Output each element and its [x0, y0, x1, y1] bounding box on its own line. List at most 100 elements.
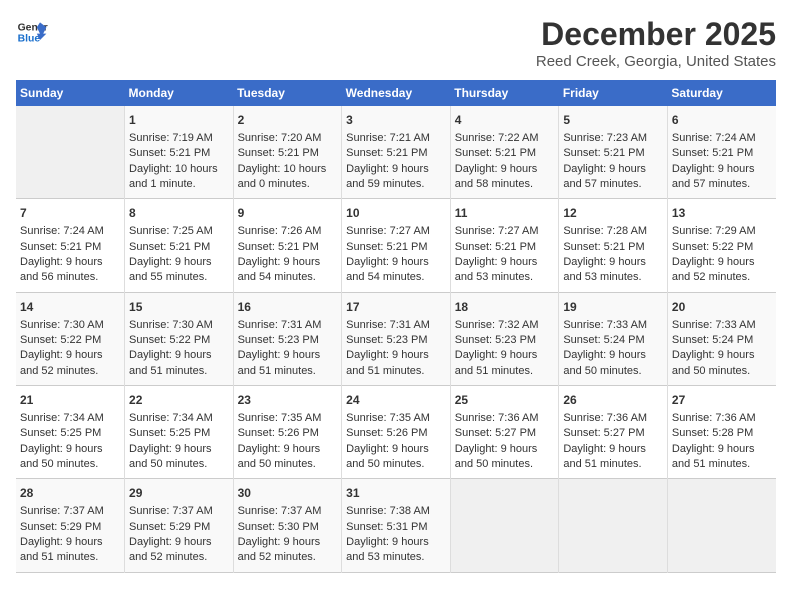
calendar-cell: 24Sunrise: 7:35 AMSunset: 5:26 PMDayligh… — [342, 386, 451, 479]
day-number: 1 — [129, 112, 229, 129]
header-row: Sunday Monday Tuesday Wednesday Thursday… — [16, 80, 776, 106]
calendar-cell: 9Sunrise: 7:26 AMSunset: 5:21 PMDaylight… — [233, 199, 342, 292]
sunrise-text: Sunrise: 7:34 AM — [129, 412, 213, 424]
sunset-text: Sunset: 5:28 PM — [672, 427, 753, 439]
sunset-text: Sunset: 5:21 PM — [455, 147, 536, 159]
calendar-cell: 17Sunrise: 7:31 AMSunset: 5:23 PMDayligh… — [342, 292, 451, 385]
daylight-text: Daylight: 9 hours and 52 minutes. — [672, 256, 755, 283]
daylight-text: Daylight: 9 hours and 50 minutes. — [563, 349, 646, 376]
calendar-cell: 31 Sunrise: 7:38 AM Sunset: 5:31 PM Dayligh… — [342, 479, 451, 572]
sunset-text: Sunset: 5:27 PM — [455, 427, 536, 439]
daylight-text: Daylight: 9 hours and 52 minutes. — [129, 536, 212, 563]
day-number: 30 — [238, 485, 338, 502]
sunset-text: Sunset: 5:31 PM — [346, 521, 427, 533]
daylight-text: Daylight: 9 hours and 51 minutes. — [455, 349, 538, 376]
sunset-text: Sunset: 5:21 PM — [238, 241, 319, 253]
daylight-text: Daylight: 9 hours and 56 minutes. — [20, 256, 103, 283]
daylight-text: Daylight: 9 hours and 50 minutes. — [455, 443, 538, 470]
sunset-text: Sunset: 5:21 PM — [238, 147, 319, 159]
sunrise-text: Sunrise: 7:37 AM — [129, 505, 213, 517]
day-number: 12 — [563, 205, 663, 222]
calendar-cell: 30Sunrise: 7:37 AMSunset: 5:30 PMDayligh… — [233, 479, 342, 572]
sunset-text: Sunset: 5:22 PM — [20, 334, 101, 346]
sunrise-text: Sunrise: 7:35 AM — [238, 412, 322, 424]
calendar-cell: 22Sunrise: 7:34 AMSunset: 5:25 PMDayligh… — [125, 386, 234, 479]
sunset-text: Sunset: 5:21 PM — [20, 241, 101, 253]
calendar-cell: 11 Sunrise: 7:27 AM Sunset: 5:21 PM Dayligh… — [450, 199, 559, 292]
calendar-cell — [667, 479, 776, 572]
day-number: 22 — [129, 392, 229, 409]
calendar-week-row: 14 Sunrise: 7:30 AM Sunset: 5:22 PM Dayligh… — [16, 292, 776, 385]
sunrise-text: Sunrise: 7:31 AM — [346, 319, 430, 331]
sunset-text: Sunset: 5:21 PM — [346, 241, 427, 253]
calendar-cell: 18Sunrise: 7:32 AMSunset: 5:23 PMDayligh… — [450, 292, 559, 385]
daylight-text: Daylight: 10 hours and 1 minute. — [129, 163, 218, 190]
calendar-cell: 19Sunrise: 7:33 AMSunset: 5:24 PMDayligh… — [559, 292, 668, 385]
daylight-text: Daylight: 9 hours and 53 minutes. — [455, 256, 538, 283]
col-wednesday: Wednesday — [342, 80, 451, 106]
daylight-text: Daylight: 9 hours and 50 minutes. — [672, 349, 755, 376]
sunrise-text: Sunrise: 7:30 AM — [20, 319, 104, 331]
sunrise-text: Sunrise: 7:38 AM — [346, 505, 430, 517]
logo-icon: General Blue — [16, 16, 48, 48]
title-area: December 2025 Reed Creek, Georgia, Unite… — [536, 16, 776, 70]
sunrise-text: Sunrise: 7:26 AM — [238, 225, 322, 237]
day-number: 31 — [346, 485, 446, 502]
day-number: 28 — [20, 485, 120, 502]
sunrise-text: Sunrise: 7:35 AM — [346, 412, 430, 424]
daylight-text: Daylight: 9 hours and 53 minutes. — [346, 536, 429, 563]
sunset-text: Sunset: 5:21 PM — [129, 147, 210, 159]
sunrise-text: Sunrise: 7:25 AM — [129, 225, 213, 237]
sunrise-text: Sunrise: 7:29 AM — [672, 225, 756, 237]
calendar-cell: 20Sunrise: 7:33 AMSunset: 5:24 PMDayligh… — [667, 292, 776, 385]
day-number: 17 — [346, 299, 446, 316]
calendar-cell: 23Sunrise: 7:35 AMSunset: 5:26 PMDayligh… — [233, 386, 342, 479]
svg-text:Blue: Blue — [18, 34, 41, 45]
day-number: 11 — [455, 205, 555, 222]
daylight-text: Daylight: 9 hours and 50 minutes. — [20, 443, 103, 470]
sunrise-text: Sunrise: 7:37 AM — [20, 505, 104, 517]
calendar-cell: 3Sunrise: 7:21 AMSunset: 5:21 PMDaylight… — [342, 106, 451, 199]
sunrise-text: Sunrise: 7:32 AM — [455, 319, 539, 331]
sunrise-text: Sunrise: 7:28 AM — [563, 225, 647, 237]
daylight-text: Daylight: 9 hours and 55 minutes. — [129, 256, 212, 283]
daylight-text: Daylight: 9 hours and 59 minutes. — [346, 163, 429, 190]
day-number: 24 — [346, 392, 446, 409]
sunset-text: Sunset: 5:21 PM — [672, 147, 753, 159]
sunset-text: Sunset: 5:21 PM — [455, 241, 536, 253]
calendar-cell: 6Sunrise: 7:24 AMSunset: 5:21 PMDaylight… — [667, 106, 776, 199]
sunset-text: Sunset: 5:29 PM — [20, 521, 101, 533]
sunrise-text: Sunrise: 7:24 AM — [672, 132, 756, 144]
day-number: 19 — [563, 299, 663, 316]
sunrise-text: Sunrise: 7:31 AM — [238, 319, 322, 331]
calendar-cell: 5Sunrise: 7:23 AMSunset: 5:21 PMDaylight… — [559, 106, 668, 199]
header: General Blue December 2025 Reed Creek, G… — [16, 16, 776, 70]
daylight-text: Daylight: 10 hours and 0 minutes. — [238, 163, 327, 190]
sunset-text: Sunset: 5:26 PM — [238, 427, 319, 439]
sunset-text: Sunset: 5:22 PM — [129, 334, 210, 346]
sunset-text: Sunset: 5:26 PM — [346, 427, 427, 439]
calendar-cell: 15Sunrise: 7:30 AMSunset: 5:22 PMDayligh… — [125, 292, 234, 385]
daylight-text: Daylight: 9 hours and 51 minutes. — [129, 349, 212, 376]
day-number: 25 — [455, 392, 555, 409]
calendar-cell: 13Sunrise: 7:29 AMSunset: 5:22 PMDayligh… — [667, 199, 776, 292]
sunrise-text: Sunrise: 7:21 AM — [346, 132, 430, 144]
day-number: 20 — [672, 299, 772, 316]
day-number: 14 — [20, 299, 120, 316]
sunset-text: Sunset: 5:29 PM — [129, 521, 210, 533]
day-number: 21 — [20, 392, 120, 409]
sunrise-text: Sunrise: 7:27 AM — [346, 225, 430, 237]
logo: General Blue — [16, 16, 48, 48]
sunset-text: Sunset: 5:24 PM — [563, 334, 644, 346]
calendar-cell: 12Sunrise: 7:28 AMSunset: 5:21 PMDayligh… — [559, 199, 668, 292]
col-thursday: Thursday — [450, 80, 559, 106]
day-number: 13 — [672, 205, 772, 222]
daylight-text: Daylight: 9 hours and 53 minutes. — [563, 256, 646, 283]
sunset-text: Sunset: 5:25 PM — [20, 427, 101, 439]
sunrise-text: Sunrise: 7:30 AM — [129, 319, 213, 331]
daylight-text: Daylight: 9 hours and 52 minutes. — [238, 536, 321, 563]
calendar-cell: 4Sunrise: 7:22 AMSunset: 5:21 PMDaylight… — [450, 106, 559, 199]
sunrise-text: Sunrise: 7:27 AM — [455, 225, 539, 237]
sunset-text: Sunset: 5:23 PM — [346, 334, 427, 346]
calendar-cell: 25Sunrise: 7:36 AMSunset: 5:27 PMDayligh… — [450, 386, 559, 479]
